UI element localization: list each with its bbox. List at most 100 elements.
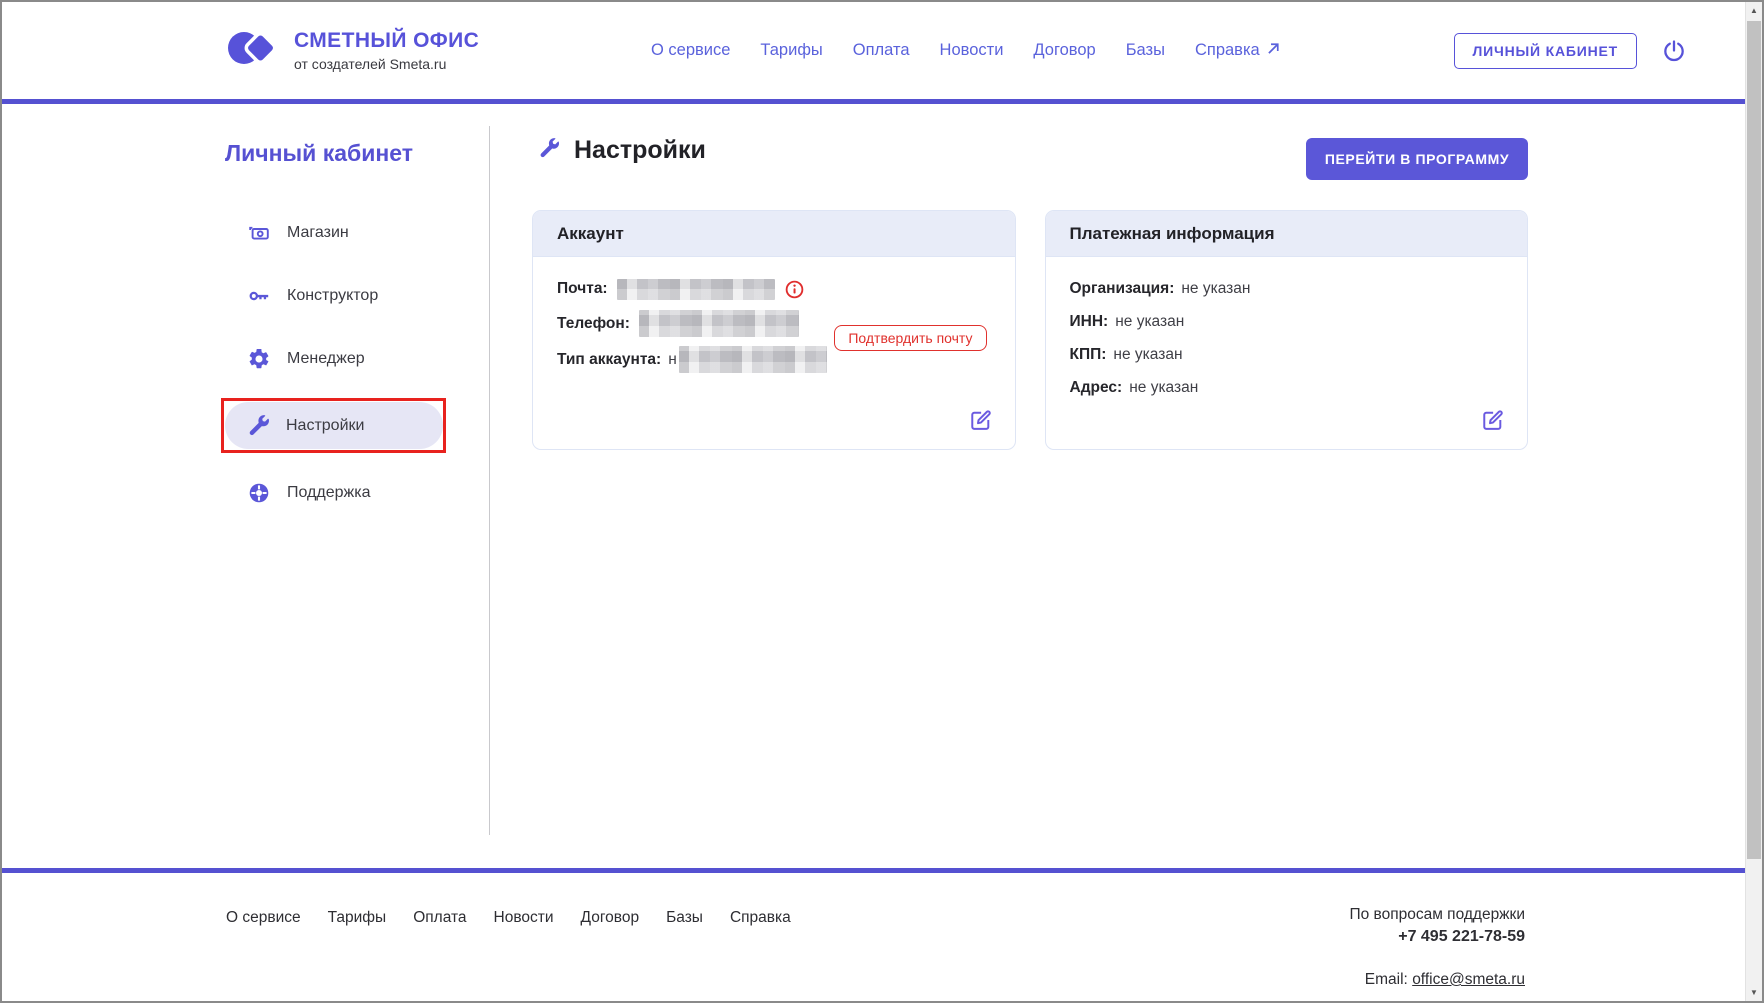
sidebar-item-label: Поддержка: [287, 484, 370, 502]
power-icon: [1661, 52, 1687, 67]
account-card-title: Аккаунт: [533, 211, 1015, 257]
edit-icon: [1480, 421, 1505, 436]
footer-link-payment[interactable]: Оплата: [413, 909, 466, 927]
confirm-email-button[interactable]: Подтвердить почту: [834, 325, 986, 351]
logo-icon: [225, 25, 281, 76]
nav-link-help[interactable]: Справка: [1195, 40, 1282, 62]
wrench-icon: [247, 414, 270, 437]
app-window: СМЕТНЫЙ ОФИС от создателей Smeta.ru О се…: [0, 0, 1764, 1003]
field-inn-value: не указан: [1115, 313, 1184, 331]
sidebar-item-label: Настройки: [286, 417, 364, 435]
go-to-program-button[interactable]: ПЕРЕЙТИ В ПРОГРАММУ: [1306, 138, 1528, 180]
personal-cabinet-button[interactable]: ЛИЧНЫЙ КАБИНЕТ: [1454, 33, 1637, 69]
field-inn: ИНН: не указан: [1070, 310, 1504, 334]
scrollbar-down-arrow[interactable]: ▼: [1746, 984, 1762, 1001]
footer-link-contract[interactable]: Договор: [581, 909, 640, 927]
phone-redacted-value: [639, 310, 799, 337]
sidebar-item-constructor[interactable]: Конструктор: [225, 272, 443, 319]
header-right-group: ЛИЧНЫЙ КАБИНЕТ: [1454, 33, 1687, 69]
support-label: По вопросам поддержки: [1349, 906, 1525, 924]
field-email-label: Почта:: [557, 280, 608, 298]
sidebar-title: Личный кабинет: [225, 140, 489, 167]
cards-row: Аккаунт Почта:: [532, 210, 1528, 450]
logo-text: СМЕТНЫЙ ОФИС от создателей Smeta.ru: [294, 29, 479, 71]
logo-subtitle: от создателей Smeta.ru: [294, 56, 479, 72]
nav-link-help-label: Справка: [1195, 41, 1260, 60]
footer-nav: О сервисе Тарифы Оплата Новости Договор …: [226, 909, 791, 927]
page-title-text: Настройки: [574, 136, 706, 165]
banknote-icon: [247, 221, 271, 245]
footer: О сервисе Тарифы Оплата Новости Договор …: [2, 868, 1745, 1001]
field-kpp-value: не указан: [1113, 346, 1182, 364]
field-account-type-label: Тип аккаунта:: [557, 351, 661, 369]
sidebar-menu: Магазин Конструктор Ме: [225, 209, 489, 516]
nav-link-tariffs[interactable]: Тарифы: [760, 41, 822, 60]
logo[interactable]: СМЕТНЫЙ ОФИС от создателей Smeta.ru: [225, 25, 479, 76]
sidebar-item-label: Менеджер: [287, 350, 365, 368]
email-label: Email:: [1365, 971, 1408, 988]
top-header: СМЕТНЫЙ ОФИС от создателей Smeta.ru О се…: [2, 2, 1745, 104]
edit-account-button[interactable]: [966, 406, 995, 435]
top-nav: О сервисе Тарифы Оплата Новости Договор …: [479, 40, 1453, 62]
content-header: Настройки ПЕРЕЙТИ В ПРОГРАММУ: [532, 104, 1528, 180]
account-card: Аккаунт Почта:: [532, 210, 1016, 450]
footer-link-bases[interactable]: Базы: [666, 909, 703, 927]
footer-support-block: По вопросам поддержки +7 495 221-78-59 E…: [1349, 906, 1525, 989]
footer-link-tariffs[interactable]: Тарифы: [328, 909, 387, 927]
field-kpp-label: КПП:: [1070, 346, 1107, 364]
sidebar-divider: [489, 126, 490, 835]
account-card-body: Почта: Телефон:: [533, 257, 1015, 373]
info-icon[interactable]: [784, 279, 805, 300]
lifebuoy-icon: [247, 481, 271, 505]
payment-card: Платежная информация Организация: не ука…: [1045, 210, 1529, 450]
scrollbar-thumb[interactable]: [1747, 21, 1761, 859]
vertical-scrollbar[interactable]: ▲ ▼: [1745, 2, 1762, 1001]
annotation-highlight-box: Настройки: [221, 398, 446, 453]
account-type-redacted-value: [679, 346, 827, 373]
nav-link-about[interactable]: О сервисе: [651, 41, 730, 60]
sidebar-item-shop[interactable]: Магазин: [225, 209, 443, 256]
footer-link-about[interactable]: О сервисе: [226, 909, 301, 927]
email-redacted-value: [617, 279, 775, 300]
sidebar-item-support[interactable]: Поддержка: [225, 469, 443, 516]
field-organization-label: Организация:: [1070, 280, 1175, 298]
field-address: Адрес: не указан: [1070, 376, 1504, 400]
logout-button[interactable]: [1661, 38, 1687, 64]
field-inn-label: ИНН:: [1070, 313, 1109, 331]
support-email-row: Email: office@smeta.ru: [1349, 971, 1525, 989]
sidebar-item-label: Магазин: [287, 224, 349, 242]
field-phone-label: Телефон:: [557, 315, 630, 333]
main-content: Настройки ПЕРЕЙТИ В ПРОГРАММУ Аккаунт По…: [532, 104, 1528, 450]
nav-link-news[interactable]: Новости: [940, 41, 1004, 60]
logo-title: СМЕТНЫЙ ОФИС: [294, 29, 479, 53]
field-email: Почта:: [557, 277, 991, 301]
scrollbar-up-arrow[interactable]: ▲: [1746, 2, 1762, 19]
field-organization: Организация: не указан: [1070, 277, 1504, 301]
nav-link-payment[interactable]: Оплата: [853, 41, 910, 60]
field-organization-value: не указан: [1181, 280, 1250, 298]
nav-link-contract[interactable]: Договор: [1033, 41, 1095, 60]
wrench-icon: [538, 137, 560, 164]
footer-link-news[interactable]: Новости: [494, 909, 554, 927]
edit-payment-button[interactable]: [1478, 406, 1507, 435]
sidebar: Личный кабинет Магазин: [225, 104, 489, 532]
sidebar-item-manager[interactable]: Менеджер: [225, 335, 443, 382]
scrollbar-track[interactable]: [1746, 19, 1762, 984]
external-link-icon: [1265, 40, 1282, 62]
support-phone: +7 495 221-78-59: [1349, 928, 1525, 946]
nav-link-bases[interactable]: Базы: [1126, 41, 1165, 60]
support-email-link[interactable]: office@smeta.ru: [1412, 971, 1525, 988]
edit-icon: [968, 421, 993, 436]
field-kpp: КПП: не указан: [1070, 343, 1504, 367]
field-address-value: не указан: [1129, 379, 1198, 397]
account-type-value-prefix: н: [668, 351, 677, 369]
gear-icon: [247, 347, 271, 371]
key-icon: [247, 284, 271, 308]
page-title: Настройки: [538, 136, 706, 165]
sidebar-item-label: Конструктор: [287, 287, 378, 305]
payment-card-title: Платежная информация: [1046, 211, 1528, 257]
sidebar-item-settings[interactable]: Настройки: [225, 402, 443, 449]
payment-card-body: Организация: не указан ИНН: не указан КП…: [1046, 257, 1528, 400]
footer-link-help[interactable]: Справка: [730, 909, 791, 927]
field-address-label: Адрес:: [1070, 379, 1123, 397]
